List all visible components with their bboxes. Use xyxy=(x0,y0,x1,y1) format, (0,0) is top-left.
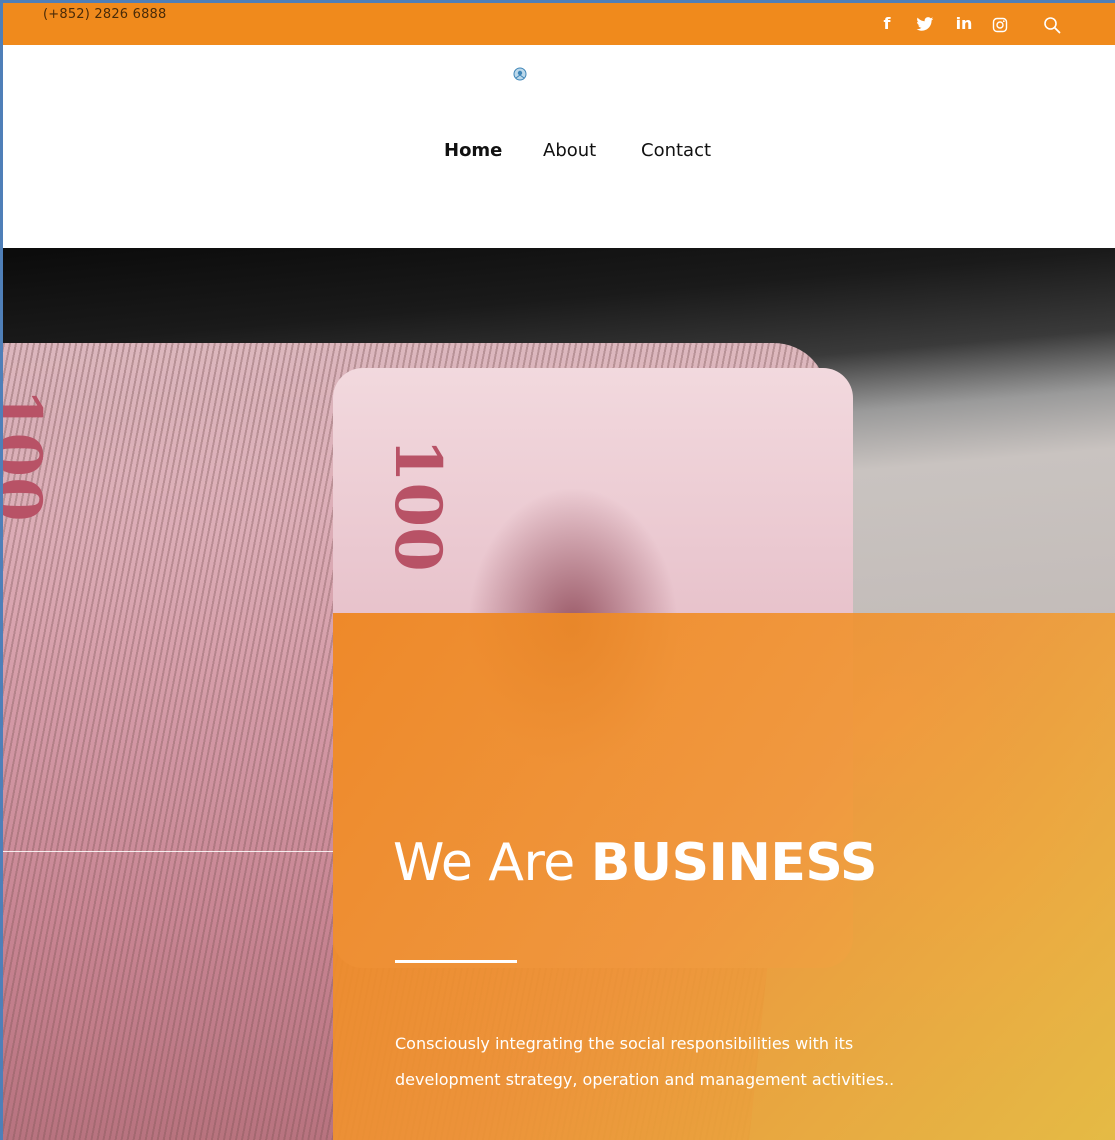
site-logo[interactable] xyxy=(513,67,527,86)
hero-headline: We Are BUSINESS xyxy=(393,833,878,893)
linkedin-icon[interactable]: in xyxy=(952,11,976,37)
hero-subtext: Consciously integrating the social respo… xyxy=(395,1026,1035,1098)
headline-light: We Are xyxy=(393,833,591,893)
subtext-line-2: development strategy, operation and mana… xyxy=(395,1070,895,1089)
hero-divider-line xyxy=(3,851,333,852)
nav-item-home[interactable]: Home xyxy=(444,140,502,161)
main-nav: Home About Contact xyxy=(3,140,1115,170)
nav-item-about[interactable]: About xyxy=(543,140,596,161)
twitter-icon[interactable] xyxy=(915,11,935,37)
search-icon[interactable] xyxy=(1039,11,1065,37)
hero-banner: 100 100 We Are BUSINESS Consciously inte… xyxy=(3,248,1115,1140)
banknote-number: 100 xyxy=(3,388,55,522)
instagram-icon[interactable] xyxy=(987,11,1013,37)
nav-item-contact[interactable]: Contact xyxy=(641,140,711,161)
page: (+852) 2826 6888 f in Home About Contact… xyxy=(0,0,1115,1140)
top-bar: (+852) 2826 6888 f in xyxy=(3,3,1115,45)
phone-number: (+852) 2826 6888 xyxy=(43,7,167,22)
facebook-icon[interactable]: f xyxy=(879,11,895,37)
headline-underline xyxy=(395,960,517,963)
subtext-line-1: Consciously integrating the social respo… xyxy=(395,1034,854,1053)
banknote-number: 100 xyxy=(380,438,455,572)
headline-bold: BUSINESS xyxy=(590,833,878,893)
